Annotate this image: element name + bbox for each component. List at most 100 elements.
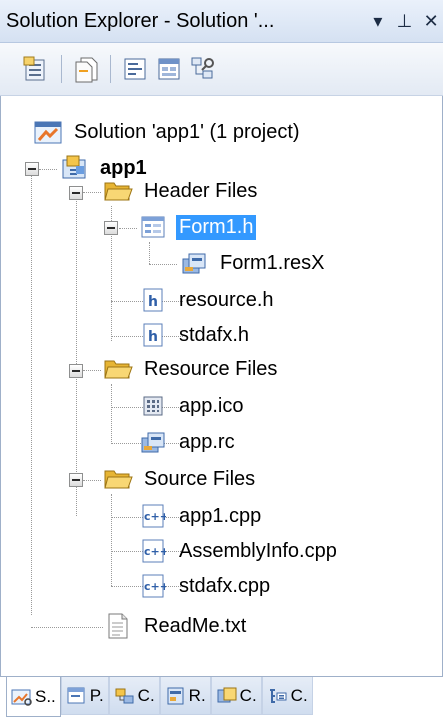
collapse-toggle[interactable]	[69, 186, 83, 200]
tree-connector	[31, 627, 103, 628]
tree-node-label: resource.h	[179, 288, 274, 311]
show-all-files-button[interactable]	[69, 52, 103, 86]
tab-label: R.	[188, 685, 206, 705]
show-all-files-icon	[75, 57, 98, 83]
tree-node-stdafx-h[interactable]: h stdafx.h	[138, 318, 252, 352]
tab-solution-explorer[interactable]: S..	[6, 677, 61, 717]
resx-file-icon	[179, 248, 209, 278]
window-title: Solution Explorer - Solution '...	[6, 9, 275, 32]
tree-node-label: Form1.resX	[220, 251, 325, 274]
collapse-toggle[interactable]	[25, 162, 39, 176]
tree-node-label: app.rc	[179, 430, 235, 453]
tree-node-app-rc[interactable]: app.rc	[138, 425, 238, 459]
close-icon[interactable]: ✕	[419, 6, 443, 36]
code-definition-icon	[216, 685, 238, 707]
solution-explorer-icon	[11, 686, 33, 708]
open-folder-icon	[103, 354, 133, 384]
header-file-icon: h	[138, 285, 168, 315]
tree-node-form1-resx[interactable]: Form1.resX	[179, 246, 327, 280]
solution-icon	[33, 117, 63, 147]
window-position-dropdown-icon[interactable]: ▾	[366, 6, 390, 36]
tree-node-assemblyinfo-cpp[interactable]: c++ AssemblyInfo.cpp	[138, 534, 340, 568]
toolbar-separator	[110, 55, 111, 83]
view-designer-button[interactable]	[152, 52, 186, 86]
cpp-file-icon: c++	[138, 536, 168, 566]
solution-tree: Solution 'app1' (1 project) app1 Header …	[0, 96, 443, 676]
tab-label: C.	[239, 685, 257, 705]
tree-node-label: ReadMe.txt	[144, 614, 247, 637]
tab-label: S..	[35, 686, 56, 706]
toolbar	[0, 43, 443, 96]
tree-node-label: Resource Files	[144, 357, 278, 380]
tree-node-resource-h[interactable]: h resource.h	[138, 283, 277, 317]
open-folder-icon	[103, 176, 133, 206]
view-code-button[interactable]	[118, 52, 152, 86]
tree-node-label: Form1.h	[176, 214, 257, 240]
tree-node-resource-files[interactable]: Resource Files	[103, 352, 280, 386]
collapse-toggle[interactable]	[69, 364, 83, 378]
tree-node-source-files[interactable]: Source Files	[103, 462, 258, 496]
svg-text:c++: c++	[144, 580, 166, 593]
tab-label: P.	[89, 685, 104, 705]
tree-node-header-files[interactable]: Header Files	[103, 174, 260, 208]
tree-node-label: stdafx.cpp	[179, 574, 271, 597]
tree-connector	[149, 242, 150, 264]
svg-text:c++: c++	[144, 510, 166, 523]
view-code-icon	[124, 58, 146, 80]
class-view-icon	[114, 685, 136, 707]
tree-connector	[111, 494, 112, 586]
tree-connector	[83, 370, 101, 371]
tree-node-stdafx-cpp[interactable]: c++ stdafx.cpp	[138, 569, 273, 603]
tree-node-label: Source Files	[144, 467, 256, 490]
title-bar: Solution Explorer - Solution '... ▾ ⊥ ✕	[0, 0, 443, 43]
svg-text:h: h	[148, 294, 158, 310]
toolbar-separator	[61, 55, 62, 83]
svg-text:h: h	[148, 329, 158, 345]
tool-window-tab-strip: S.. P. C. R. C. C.	[0, 676, 443, 726]
property-manager-icon	[66, 685, 88, 707]
tab-label: C.	[137, 685, 155, 705]
auto-hide-pin-icon[interactable]: ⊥	[393, 6, 417, 36]
call-browser-icon	[267, 685, 289, 707]
class-view-icon	[191, 57, 214, 79]
resource-script-icon	[138, 427, 168, 457]
tree-node-form1-h[interactable]: Form1.h	[138, 210, 257, 244]
view-designer-icon	[158, 58, 180, 80]
tab-property-manager[interactable]: P.	[60, 677, 109, 715]
tree-node-label: Header Files	[144, 179, 258, 202]
text-file-icon	[103, 611, 133, 641]
tree-node-label: app1.cpp	[179, 504, 262, 527]
tab-call-browser[interactable]: C.	[261, 677, 313, 715]
tree-node-label: AssemblyInfo.cpp	[179, 539, 337, 562]
tab-resource-view[interactable]: R.	[159, 677, 211, 715]
tree-connector	[83, 192, 101, 193]
svg-text:c++: c++	[144, 545, 166, 558]
tree-node-readme-txt[interactable]: ReadMe.txt	[103, 609, 249, 643]
tab-label: C.	[290, 685, 308, 705]
tree-node-app-ico[interactable]: app.ico	[138, 389, 247, 423]
cpp-file-icon: c++	[138, 501, 168, 531]
tree-node-label: app.ico	[179, 394, 244, 417]
open-folder-icon	[103, 464, 133, 494]
tree-connector	[111, 384, 112, 444]
icon-file-icon	[138, 391, 168, 421]
tree-connector	[31, 175, 32, 615]
tree-node-app1-cpp[interactable]: c++ app1.cpp	[138, 499, 264, 533]
tree-node-solution[interactable]: Solution 'app1' (1 project)	[33, 115, 303, 149]
tree-connector	[76, 191, 77, 516]
properties-button[interactable]	[20, 52, 54, 86]
tab-code-definition[interactable]: C.	[210, 677, 262, 715]
form-file-icon	[138, 212, 168, 242]
class-diagram-button[interactable]	[186, 52, 220, 86]
header-file-icon: h	[138, 320, 168, 350]
properties-icon	[23, 56, 45, 81]
tab-class-view[interactable]: C.	[108, 677, 160, 715]
tree-node-label: stdafx.h	[179, 323, 250, 346]
tree-connector	[149, 264, 177, 265]
cpp-file-icon: c++	[138, 571, 168, 601]
collapse-toggle[interactable]	[104, 221, 118, 235]
vc-project-icon	[59, 153, 89, 183]
collapse-toggle[interactable]	[69, 473, 83, 487]
tree-connector	[119, 228, 137, 229]
tree-connector	[83, 480, 101, 481]
